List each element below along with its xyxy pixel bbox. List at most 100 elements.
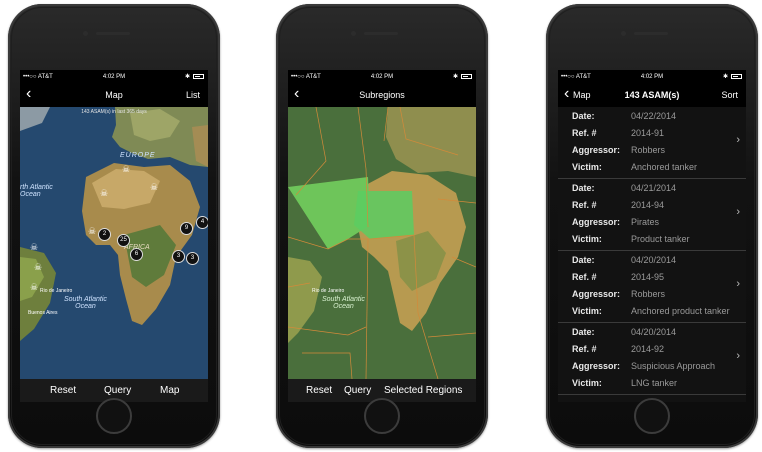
map-label-north-atlantic: rth Atlantic Ocean xyxy=(20,184,53,198)
screen-subregions: •••○○ AT&T 4:02 PM ✱ ‹ Subregions South … xyxy=(288,70,476,402)
ref-value: 2014-91 xyxy=(631,128,665,138)
ref-label: Ref. # xyxy=(572,200,597,210)
victim-label: Victim: xyxy=(572,234,602,244)
ref-value: 2014-95 xyxy=(631,272,665,282)
ref-value: 2014-92 xyxy=(631,344,665,354)
aggressor-label: Aggressor: xyxy=(572,361,621,371)
ref-label: Ref. # xyxy=(572,128,597,138)
victim-value: Anchored tanker xyxy=(631,162,698,172)
status-time: 4:02 PM xyxy=(370,74,394,80)
chevron-right-icon: › xyxy=(736,206,740,218)
pirate-marker-icon[interactable]: ☠ xyxy=(30,242,38,253)
cluster-marker[interactable]: 3 xyxy=(172,250,185,263)
date-value: 04/22/2014 xyxy=(631,111,677,121)
chevron-right-icon: › xyxy=(736,134,740,146)
aggressor-label: Aggressor: xyxy=(572,145,621,155)
pirate-marker-icon[interactable]: ☠ xyxy=(30,282,38,293)
date-label: Date: xyxy=(572,255,595,265)
home-button[interactable] xyxy=(364,398,400,434)
status-time: 4:02 PM xyxy=(640,74,664,80)
bluetooth-icon: ✱ xyxy=(722,74,728,80)
cluster-marker[interactable]: 9 xyxy=(180,222,193,235)
status-bar: •••○○ AT&T 4:02 PM ✱ xyxy=(20,70,208,84)
speaker-grille xyxy=(634,32,668,35)
list-item[interactable]: Date: 04/21/2014 Ref. # 2014-94 Aggressor:… xyxy=(558,179,746,251)
battery-icon xyxy=(731,74,742,79)
victim-value: LNG tanker xyxy=(631,378,678,388)
victim-value: Anchored product tanker xyxy=(631,306,730,316)
nav-bar: ‹ Map 143 ASAM(s) Sort xyxy=(558,84,746,106)
status-bar: •••○○ AT&T 4:02 PM ✱ xyxy=(288,70,476,84)
nav-bar: ‹ Map List xyxy=(20,84,208,106)
pirate-marker-icon[interactable]: ☠ xyxy=(150,182,158,193)
battery-icon xyxy=(193,74,204,79)
pirate-marker-icon[interactable]: ☠ xyxy=(122,164,130,175)
pirate-marker-icon[interactable]: ☠ xyxy=(100,188,108,199)
date-value: 04/20/2014 xyxy=(631,255,677,265)
date-value: 04/21/2014 xyxy=(631,183,677,193)
front-camera xyxy=(621,31,626,36)
ref-label: Ref. # xyxy=(572,344,597,354)
front-camera xyxy=(83,31,88,36)
cluster-marker[interactable]: 6 xyxy=(130,248,143,261)
query-button[interactable]: Query xyxy=(104,385,131,396)
victim-label: Victim: xyxy=(572,162,602,172)
reset-button[interactable]: Reset xyxy=(50,385,76,396)
date-label: Date: xyxy=(572,183,595,193)
phone-list: •••○○ AT&T 4:02 PM ✱ ‹ Map 143 ASAM(s) S… xyxy=(546,4,758,448)
battery-icon xyxy=(461,74,472,79)
map-button[interactable]: Map xyxy=(160,385,179,396)
map-label-south-atlantic: South Atlantic Ocean xyxy=(322,296,365,310)
screen-map: •••○○ AT&T 4:02 PM ✱ ‹ Map List 143 ASAM… xyxy=(20,70,208,402)
nav-bar: ‹ Subregions xyxy=(288,84,476,106)
ref-value: 2014-94 xyxy=(631,200,665,210)
screen-asam-list: •••○○ AT&T 4:02 PM ✱ ‹ Map 143 ASAM(s) S… xyxy=(558,70,746,402)
cluster-marker[interactable]: 3 xyxy=(186,252,199,265)
cluster-marker[interactable]: 2 xyxy=(98,228,111,241)
aggressor-label: Aggressor: xyxy=(572,289,621,299)
satellite-map[interactable] xyxy=(20,107,208,381)
ref-label: Ref. # xyxy=(572,272,597,282)
home-button[interactable] xyxy=(634,398,670,434)
map-label-rio: Rio de Janeiro xyxy=(40,288,73,294)
aggressor-value: Robbers xyxy=(631,289,666,299)
front-camera xyxy=(351,31,356,36)
cluster-marker[interactable]: 25 xyxy=(117,234,130,247)
list-button[interactable]: List xyxy=(186,90,200,100)
aggressor-value: Robbers xyxy=(631,145,666,155)
bluetooth-icon: ✱ xyxy=(184,74,190,80)
map-label-south-atlantic: South Atlantic Ocean xyxy=(64,296,107,310)
list-item[interactable]: Date: 04/20/2014 Ref. # 2014-95 Aggressor:… xyxy=(558,251,746,323)
home-button[interactable] xyxy=(96,398,132,434)
date-label: Date: xyxy=(572,111,595,121)
chevron-right-icon: › xyxy=(736,278,740,290)
pirate-marker-icon[interactable]: ☠ xyxy=(88,226,96,237)
speaker-grille xyxy=(96,32,130,35)
nav-title: Subregions xyxy=(359,90,405,100)
bluetooth-icon: ✱ xyxy=(452,74,458,80)
query-button[interactable]: Query xyxy=(344,385,371,396)
list-item[interactable]: Date: 04/22/2014 Ref. # 2014-91 Aggressor:… xyxy=(558,107,746,179)
map-label-buenos: Buenos Aires xyxy=(28,310,58,316)
phone-subregions: •••○○ AT&T 4:02 PM ✱ ‹ Subregions South … xyxy=(276,4,488,448)
nav-title: Map xyxy=(105,90,123,100)
map-label-europe: EUROPE xyxy=(120,152,156,159)
date-value: 04/20/2014 xyxy=(631,327,677,337)
date-label: Date: xyxy=(572,327,595,337)
asam-list: Date: 04/22/2014 Ref. # 2014-91 Aggressor:… xyxy=(558,107,746,402)
victim-value: Product tanker xyxy=(631,234,690,244)
pirate-marker-icon[interactable]: ☠ xyxy=(34,262,42,273)
phone-map: •••○○ AT&T 4:02 PM ✱ ‹ Map List 143 ASAM… xyxy=(8,4,220,448)
reset-button[interactable]: Reset xyxy=(306,385,332,396)
list-item[interactable]: Date: 04/20/2014 Ref. # 2014-92 Aggressor:… xyxy=(558,323,746,395)
subregion-map[interactable] xyxy=(288,107,476,381)
selected-regions-button[interactable]: Selected Regions xyxy=(384,385,462,396)
status-bar: •••○○ AT&T 4:02 PM ✱ xyxy=(558,70,746,84)
speaker-grille xyxy=(364,32,398,35)
aggressor-label: Aggressor: xyxy=(572,217,621,227)
cluster-marker[interactable]: 4 xyxy=(196,216,208,229)
victim-label: Victim: xyxy=(572,378,602,388)
aggressor-value: Pirates xyxy=(631,217,660,227)
sort-button[interactable]: Sort xyxy=(721,90,738,100)
status-time: 4:02 PM xyxy=(102,74,126,80)
